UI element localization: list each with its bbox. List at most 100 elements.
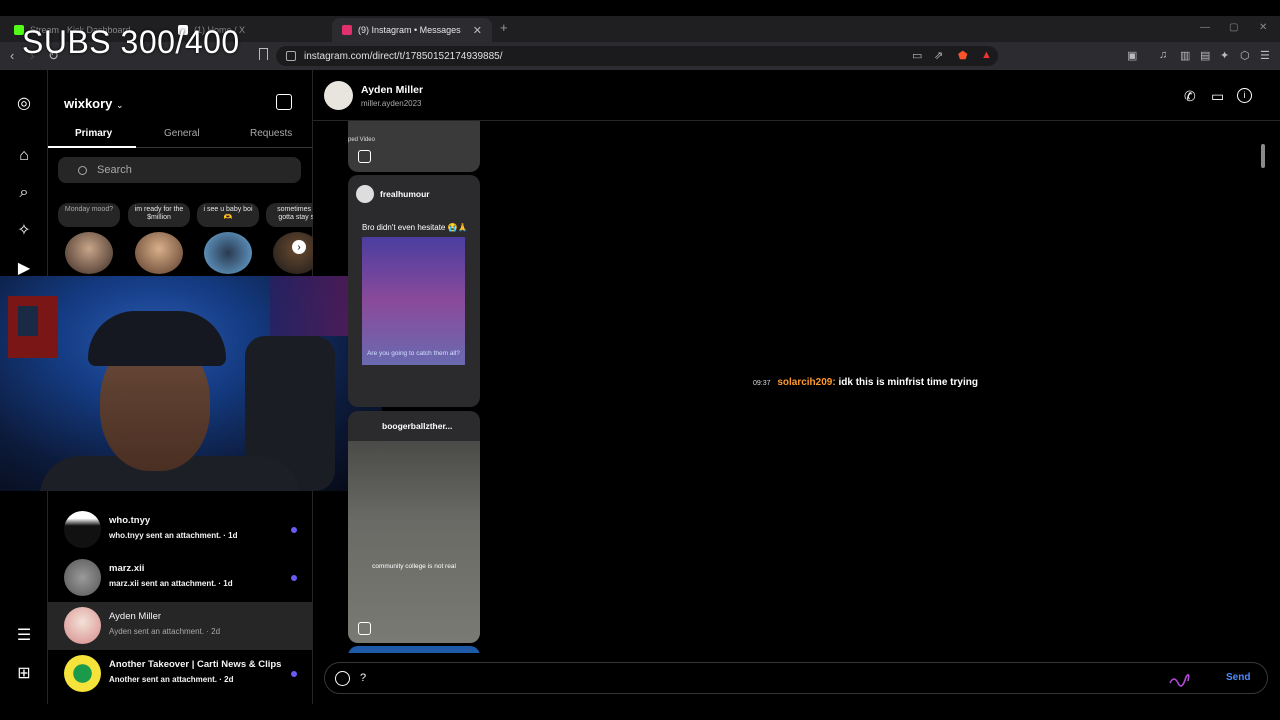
note-bubble: im ready for the $million — [128, 203, 190, 227]
search-icon — [78, 165, 87, 175]
note-item[interactable]: i see u baby boi 🫶 — [197, 203, 259, 274]
scribble-icon — [1169, 673, 1190, 687]
conversation-item[interactable]: who.tnyy who.tnyy sent an attachment. · … — [48, 506, 313, 554]
close-window-button[interactable]: ✕ — [1259, 22, 1267, 33]
chevron-down-icon: ⌄ — [116, 100, 124, 110]
new-tab-button[interactable]: + — [500, 20, 508, 35]
stream-chat-message: 09:37 solarcih209: idk this is minfrist … — [753, 377, 978, 388]
conversation-name: Another Takeover | Carti News & Clips — [109, 659, 282, 670]
wall-poster-figure — [18, 306, 38, 336]
note-bubble: sometimes u gotta stay si — [266, 203, 313, 227]
bookmark-icon[interactable] — [259, 48, 268, 60]
scrollbar-thumb[interactable] — [1261, 144, 1265, 168]
inbox-tabs: Primary General Requests — [48, 122, 313, 148]
minimize-button[interactable]: — — [1200, 22, 1210, 33]
letterbox-bottom — [0, 704, 1280, 720]
brave-shield-icon[interactable]: ⬟ — [958, 49, 968, 62]
menu-icon[interactable]: ☰ — [1260, 49, 1270, 62]
post-thumbnail — [362, 237, 465, 365]
avatar — [204, 232, 252, 274]
conversation-preview: who.tnyy sent an attachment. · 1d — [109, 531, 238, 540]
wallet-2-icon[interactable]: ▤ — [1200, 49, 1210, 62]
explore-icon[interactable]: ✧ — [15, 221, 33, 239]
reel-icon — [358, 622, 371, 635]
chat-scrollbar[interactable] — [1258, 124, 1268, 652]
search-input[interactable]: Search — [58, 157, 301, 183]
streamer-cap — [88, 311, 226, 366]
chat-name[interactable]: Ayden Miller — [361, 84, 423, 96]
shared-post-card[interactable]: frealhumour Bro didn't even hesitate 😭🙏 … — [348, 175, 480, 407]
account-switcher[interactable]: wixkory ⌄ — [64, 96, 124, 111]
search-icon[interactable]: ⌕ — [15, 184, 33, 202]
tab-requests[interactable]: Requests — [250, 128, 292, 139]
instagram-logo-icon[interactable]: ◎ — [15, 94, 33, 112]
author-avatar — [356, 185, 374, 203]
post-author: frealhumour — [356, 185, 430, 203]
conversation-preview: marz.xii sent an attachment. · 1d — [109, 579, 233, 588]
tab-label: (9) Instagram • Messages — [358, 25, 461, 35]
sidebar-icon[interactable]: ▥ — [1180, 49, 1190, 62]
subs-goal-overlay: SUBS 300/400 — [22, 24, 240, 60]
notes-next-button[interactable]: › — [292, 240, 306, 254]
also-from-meta-icon[interactable]: ⊞ — [15, 664, 33, 682]
conversation-preview: Ayden sent an attachment. · 2d — [109, 627, 221, 636]
leo-ai-icon[interactable]: ✦ — [1220, 49, 1229, 62]
more-menu-icon[interactable]: ☰ — [15, 626, 33, 644]
home-icon[interactable]: ⌂ — [15, 147, 33, 165]
avatar — [273, 232, 313, 274]
account-name: wixkory — [64, 96, 113, 111]
url-bar[interactable]: instagram.com/direct/t/17850152174939885… — [276, 46, 998, 66]
send-button[interactable]: Send — [1226, 672, 1250, 683]
vpn-icon[interactable]: ⬡ — [1240, 49, 1250, 62]
stream-chat-text: idk this is minfrist time trying — [838, 377, 978, 388]
conversation-item-selected[interactable]: Ayden Miller Ayden sent an attachment. ·… — [48, 602, 313, 650]
tab-general[interactable]: General — [164, 128, 200, 139]
chat-avatar[interactable] — [324, 81, 353, 110]
note-item[interactable]: im ready for the $million — [128, 203, 190, 274]
wallet-icon[interactable]: ▣ — [1127, 49, 1137, 62]
avatar — [64, 559, 101, 596]
stream-chat-time: 09:37 — [753, 380, 771, 387]
conversation-name: marz.xii — [109, 563, 145, 574]
chat-header: Ayden Miller miller.ayden2023 ✆ ▭ i — [313, 70, 1280, 121]
back-button[interactable]: ‹ — [10, 48, 14, 63]
tab-instagram[interactable]: (9) Instagram • Messages ✕ — [332, 18, 492, 42]
shared-reel-card[interactable]: boogerballzther... community college is … — [348, 411, 480, 643]
chat-username: miller.ayden2023 — [361, 99, 422, 108]
site-info-icon[interactable] — [286, 51, 296, 61]
conversation-item[interactable]: marz.xii marz.xii sent an attachment. · … — [48, 554, 313, 602]
avatar — [64, 511, 101, 548]
voice-call-icon[interactable]: ✆ — [1184, 88, 1200, 104]
conversation-item[interactable]: Another Takeover | Carti News & Clips An… — [48, 650, 313, 698]
shared-reel-card[interactable]: ped Video — [348, 121, 480, 172]
conversation-preview: Another sent an attachment. · 2d — [109, 675, 234, 684]
shared-post-card[interactable] — [348, 646, 480, 653]
cast-icon[interactable]: ▭ — [912, 49, 922, 62]
conversation-info-icon[interactable]: i — [1237, 88, 1252, 103]
emoji-icon[interactable] — [335, 671, 350, 686]
stream-chat-user: solarcih209 — [777, 377, 833, 388]
thumbnail-text: Are you going to catch them all? — [367, 350, 460, 357]
reels-icon[interactable]: ▶ — [15, 259, 33, 277]
close-tab-icon[interactable]: ✕ — [473, 24, 482, 37]
maximize-button[interactable]: ▢ — [1229, 22, 1238, 33]
screen: Stream - Kick Dashboard (1) Home / X (9)… — [0, 0, 1280, 720]
conversation-name: who.tnyy — [109, 515, 151, 526]
note-item[interactable]: Monday mood? — [58, 203, 120, 274]
card-label: ped Video — [348, 137, 375, 143]
share-icon[interactable]: ⇗ — [934, 49, 943, 62]
new-message-icon[interactable] — [276, 94, 292, 110]
notes-row: Monday mood? im ready for the $million i… — [58, 203, 313, 275]
video-call-icon[interactable]: ▭ — [1211, 88, 1227, 104]
media-icon[interactable]: ♫ — [1159, 49, 1167, 61]
unread-dot — [291, 575, 297, 581]
message-composer[interactable]: ? Send — [324, 662, 1268, 694]
post-author: boogerballzther... — [382, 421, 452, 431]
note-item[interactable]: sometimes u gotta stay si — [266, 203, 313, 274]
message-input[interactable]: ? — [360, 672, 366, 684]
brave-rewards-icon[interactable]: ▲ — [981, 49, 992, 61]
unread-dot — [291, 671, 297, 677]
instagram-favicon-icon — [342, 25, 352, 35]
tab-primary[interactable]: Primary — [75, 128, 112, 139]
url-text: instagram.com/direct/t/17850152174939885… — [304, 50, 503, 62]
